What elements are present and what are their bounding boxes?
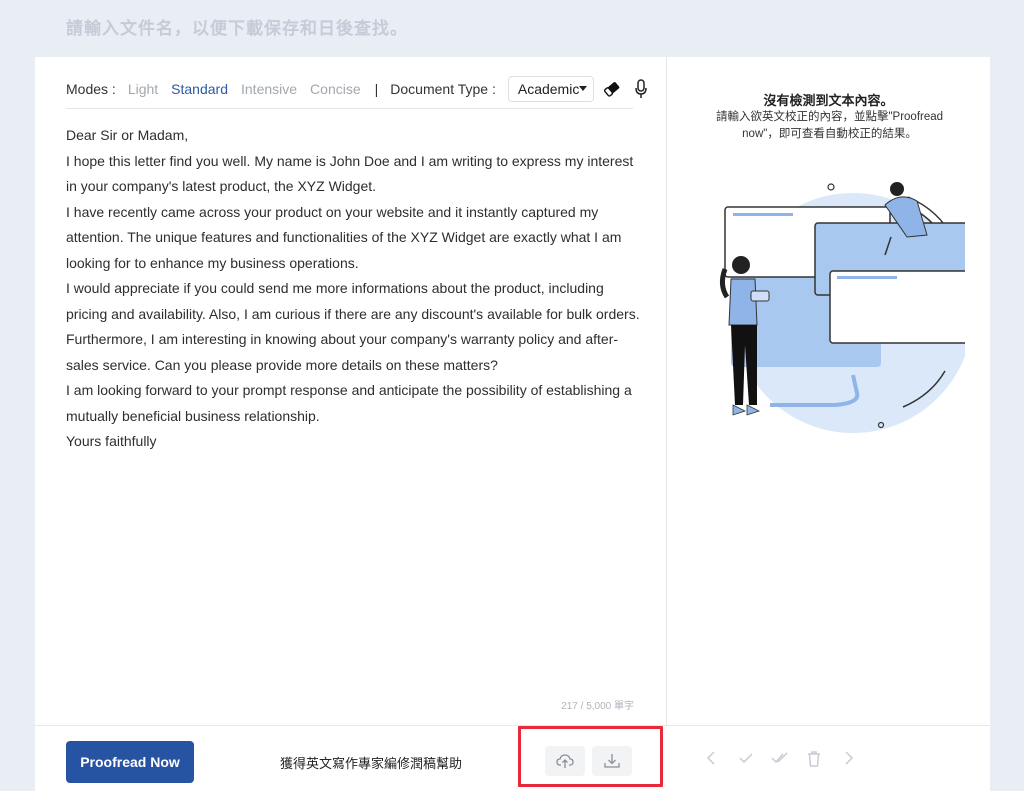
eraser-icon[interactable] — [602, 80, 622, 98]
doctype-select[interactable]: Academic — [507, 75, 595, 102]
bottom-bar: Proofread Now 獲得英文寫作專家編修潤稿幫助 — [35, 725, 990, 791]
filename-input[interactable]: 請輸入文件名，以便下載保存和日後查找。 — [66, 14, 408, 39]
text-line: I hope this letter find you well. My nam… — [66, 152, 634, 195]
modes-label: Modes : — [66, 80, 116, 97]
text-line: I am looking forward to your prompt resp… — [66, 382, 632, 424]
text-line: I would appreciate if you could send me … — [66, 280, 640, 322]
chevron-down-icon — [579, 86, 588, 91]
editor-text-area[interactable]: Dear Sir or Madam, I hope this letter fi… — [66, 123, 641, 455]
proofread-now-button[interactable]: Proofread Now — [66, 741, 194, 783]
text-line: I have recently came across your product… — [66, 203, 622, 271]
word-count: 217 / 5,000 單字 — [561, 701, 634, 712]
result-description: 請輸入欲英文校正的內容，並點擊"Proofread now"，即可查看自動校正的… — [715, 111, 944, 140]
result-title: 沒有檢測到文本內容。 — [763, 93, 894, 108]
doctype-value: Academic — [517, 80, 580, 97]
editor-panel: Modes : Light Standard Intensive Concise… — [35, 57, 667, 725]
check-all-icon[interactable] — [771, 751, 789, 765]
text-line: Dear Sir or Madam, — [66, 127, 189, 143]
main-card: Modes : Light Standard Intensive Concise… — [35, 57, 990, 791]
result-panel: 沒有檢測到文本內容。 請輸入欲英文校正的內容，並點擊"Proofread now… — [667, 57, 990, 725]
upload-cloud-icon[interactable] — [545, 746, 585, 776]
microphone-icon[interactable] — [634, 78, 648, 99]
check-icon[interactable] — [738, 751, 754, 765]
highlight-box — [518, 726, 663, 787]
chevron-left-icon[interactable] — [706, 751, 718, 765]
trash-icon[interactable] — [807, 751, 821, 767]
editor-toolbar: Modes : Light Standard Intensive Concise… — [66, 69, 648, 109]
mode-standard[interactable]: Standard — [171, 81, 228, 97]
text-line: Furthermore, I am interesting in knowing… — [66, 331, 619, 373]
toolbar-separator: | — [374, 80, 379, 97]
mode-light[interactable]: Light — [128, 81, 158, 97]
text-line: Yours faithfully — [66, 433, 157, 449]
download-icon[interactable] — [592, 746, 632, 776]
expert-help-link[interactable]: 獲得英文寫作專家編修潤稿幫助 — [280, 753, 462, 772]
doctype-label: Document Type : — [390, 80, 496, 97]
mode-concise[interactable]: Concise — [310, 81, 361, 97]
chevron-right-icon[interactable] — [842, 751, 854, 765]
mode-intensive[interactable]: Intensive — [241, 81, 297, 97]
empty-state-illustration — [719, 182, 965, 433]
